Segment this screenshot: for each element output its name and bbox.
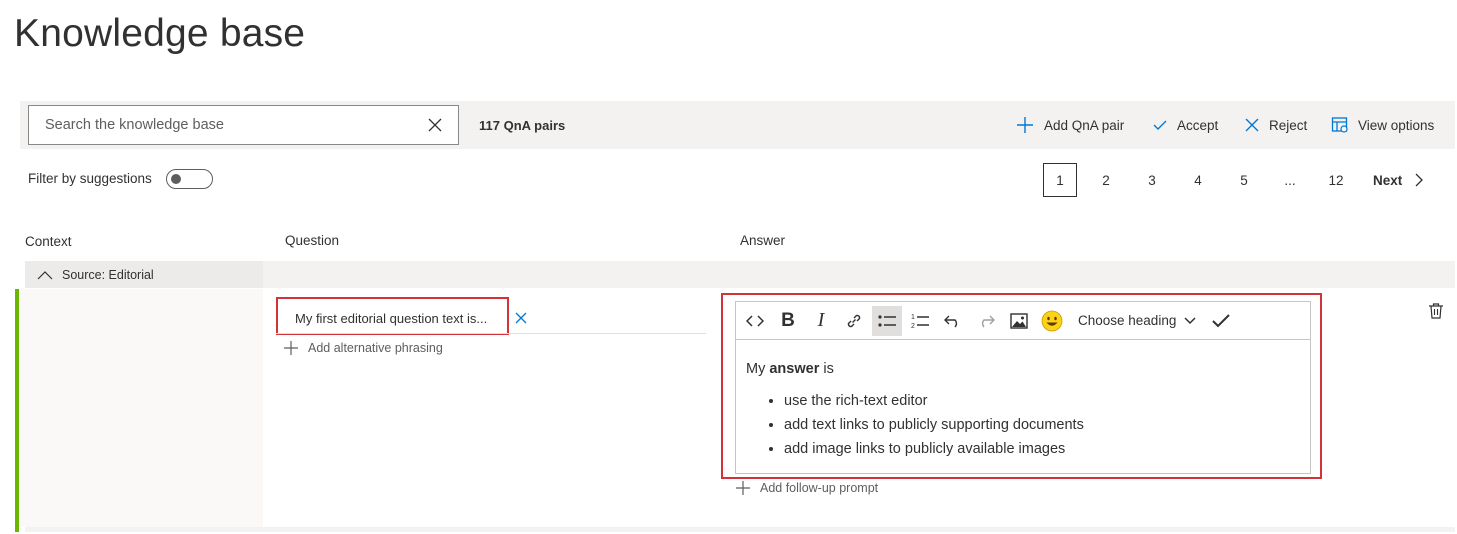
question-underline [276, 333, 706, 334]
next-page-button[interactable]: Next [1373, 172, 1424, 188]
answer-prefix: My [746, 361, 770, 377]
list-item: add image links to publicly available im… [784, 437, 1084, 461]
row-marker [15, 289, 19, 532]
code-icon[interactable] [740, 306, 770, 336]
page-button-4[interactable]: 4 [1181, 163, 1215, 197]
image-icon[interactable] [1004, 306, 1034, 336]
page-ellipsis: ... [1284, 172, 1296, 188]
context-cell [19, 289, 263, 527]
page-button-5[interactable]: 5 [1227, 163, 1261, 197]
add-icon [736, 481, 750, 495]
view-options-icon [1331, 117, 1348, 133]
page-title: Knowledge base [14, 12, 306, 55]
add-icon [284, 341, 298, 355]
add-qna-pair-button[interactable]: Add QnA pair [1015, 112, 1124, 138]
answer-bold-word: answer [769, 361, 820, 377]
row-divider [25, 527, 1455, 532]
column-header-context: Context [25, 234, 72, 249]
filter-by-suggestions-label: Filter by suggestions [28, 171, 152, 186]
emoji-icon[interactable] [1037, 306, 1067, 336]
editor-toolbar: B I 12 Choose heading [736, 302, 1310, 340]
answer-suffix: is [819, 361, 834, 377]
accept-label: Accept [1177, 117, 1219, 133]
add-icon [1017, 117, 1033, 133]
search-box [28, 105, 459, 145]
accept-button[interactable]: Accept [1152, 112, 1218, 138]
pagination: 1 2 3 4 5 ... 12 Next [1043, 163, 1424, 197]
view-options-label: View options [1358, 117, 1435, 133]
add-follow-up-prompt-label: Add follow-up prompt [760, 481, 879, 495]
chevron-down-icon [1184, 316, 1196, 324]
svg-text:2: 2 [911, 323, 915, 330]
page-button-3[interactable]: 3 [1135, 163, 1169, 197]
next-page-label: Next [1373, 172, 1403, 188]
add-alternative-phrasing-label: Add alternative phrasing [308, 341, 443, 355]
list-item: add text links to publicly supporting do… [784, 413, 1084, 437]
page-button-1[interactable]: 1 [1043, 163, 1077, 197]
rich-text-editor[interactable]: B I 12 Choose heading My answer is • use… [735, 301, 1311, 474]
redo-icon[interactable] [971, 306, 1001, 336]
delete-question-icon[interactable] [514, 311, 528, 330]
add-alternative-phrasing-button[interactable]: Add alternative phrasing [283, 340, 443, 356]
bold-icon[interactable]: B [773, 306, 803, 336]
view-options-button[interactable]: View options [1331, 112, 1434, 138]
add-qna-pair-label: Add QnA pair [1044, 117, 1125, 133]
answer-bullet-list: use the rich-text editor add text links … [746, 389, 1084, 461]
reject-button[interactable]: Reject [1244, 112, 1307, 138]
column-header-question: Question [285, 233, 340, 248]
chevron-right-icon [1415, 173, 1424, 187]
undo-icon[interactable] [938, 306, 968, 336]
page-button-2[interactable]: 2 [1089, 163, 1123, 197]
filter-by-suggestions-toggle[interactable] [166, 169, 213, 189]
qna-count: 117 QnA pairs [479, 118, 566, 133]
trash-icon[interactable] [1428, 302, 1444, 325]
italic-icon[interactable]: I [806, 306, 836, 336]
question-input[interactable]: My first editorial question text is... [276, 297, 509, 335]
choose-heading-label: Choose heading [1078, 313, 1177, 328]
column-header-answer: Answer [740, 233, 786, 248]
page-button-12[interactable]: 12 [1319, 163, 1353, 197]
clear-icon[interactable] [426, 115, 444, 135]
check-icon [1153, 120, 1167, 130]
search-input[interactable] [29, 106, 419, 144]
source-label: Source: Editorial [62, 267, 154, 282]
close-icon [1245, 118, 1259, 132]
chevron-up-icon [37, 270, 53, 279]
check-icon[interactable] [1206, 306, 1236, 336]
numbered-list-icon[interactable]: 12 [905, 306, 935, 336]
add-follow-up-prompt-button[interactable]: Add follow-up prompt [735, 480, 878, 496]
bullet-list-icon[interactable] [872, 305, 902, 336]
reject-label: Reject [1269, 117, 1308, 133]
answer-intro: My answer is [746, 357, 1084, 381]
list-item: use the rich-text editor [784, 389, 1084, 413]
choose-heading-dropdown[interactable]: Choose heading [1078, 313, 1196, 328]
source-group-header[interactable]: Source: Editorial [25, 261, 263, 288]
editor-content[interactable]: My answer is use the rich-text editor ad… [746, 357, 1084, 461]
link-icon[interactable] [839, 306, 869, 336]
svg-text:1: 1 [911, 314, 915, 321]
